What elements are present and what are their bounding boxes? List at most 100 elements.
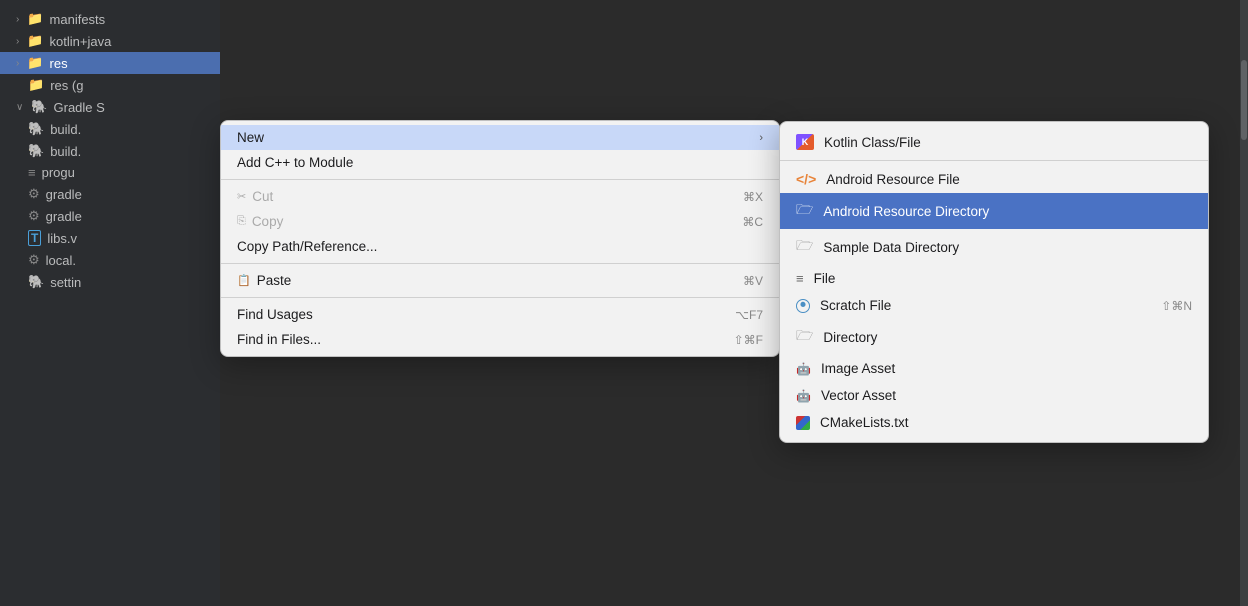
folder-icon: 🗁 <box>796 199 813 223</box>
submenu-arrow-icon: › <box>759 132 763 144</box>
submenu-item-android-resource-file[interactable]: </> Android Resource File <box>780 165 1208 193</box>
sidebar-item-progu[interactable]: ≡ progu <box>0 162 220 183</box>
submenu-item-file[interactable]: ≡ File <box>780 265 1208 292</box>
sidebar-item-label: build. <box>50 144 81 159</box>
submenu-item-scratch-file[interactable]: ⏺ Scratch File ⇧⌘N <box>780 292 1208 319</box>
menu-separator <box>221 179 779 180</box>
sidebar-item-kotlin-java[interactable]: › 📁 kotlin+java <box>0 30 220 52</box>
folder-orange-icon: 📁 <box>28 77 44 93</box>
submenu-item-directory[interactable]: 🗁 Directory <box>780 319 1208 355</box>
menu-item-find-usages[interactable]: Find Usages ⌥F7 <box>221 302 779 327</box>
paste-icon: 📋 <box>237 274 251 287</box>
menu-separator <box>221 297 779 298</box>
copy-icon: ⎘ <box>237 215 246 228</box>
menu-item-copy[interactable]: ⎘ Copy ⌘C <box>221 209 779 234</box>
sidebar-item-label: res (g <box>50 78 83 93</box>
menu-item-cut[interactable]: ✂ Cut ⌘X <box>221 184 779 209</box>
sidebar-item-settin[interactable]: 🐘 settin <box>0 271 220 293</box>
chevron-icon: › <box>16 14 19 25</box>
sidebar-item-label: libs.v <box>47 231 77 246</box>
shortcut-label: ⌘X <box>743 190 763 204</box>
scroll-thumb[interactable] <box>1241 60 1247 140</box>
menu-item-find-in-files[interactable]: Find in Files... ⇧⌘F <box>221 327 779 352</box>
sidebar-item-label: progu <box>42 165 75 180</box>
sidebar-item-gradle-scripts[interactable]: ∨ 🐘 Gradle S <box>0 96 220 118</box>
shortcut-label: ⇧⌘N <box>1161 299 1192 313</box>
sidebar-item-label: manifests <box>50 12 106 27</box>
shortcut-label: ⌥F7 <box>735 308 763 322</box>
submenu-item-sample-data-dir[interactable]: 🗁 Sample Data Directory <box>780 229 1208 265</box>
submenu: K Kotlin Class/File </> Android Resource… <box>779 121 1209 443</box>
folder-icon: 📁 <box>27 33 43 49</box>
submenu-item-label: Scratch File <box>820 298 891 313</box>
submenu-item-label: CMakeLists.txt <box>820 415 909 430</box>
sidebar-item-gradle2[interactable]: ⚙ gradle <box>0 205 220 227</box>
submenu-item-label: Directory <box>823 330 877 345</box>
submenu-item-android-resource-dir[interactable]: 🗁 Android Resource Directory <box>780 193 1208 229</box>
menu-item-new[interactable]: New › <box>221 125 779 150</box>
gradle-icon: 🐘 <box>28 121 44 137</box>
submenu-item-label: Kotlin Class/File <box>824 135 921 150</box>
sidebar-item-gradle1[interactable]: ⚙ gradle <box>0 183 220 205</box>
submenu-item-label: Android Resource File <box>826 172 960 187</box>
sidebar-item-label: local. <box>46 253 76 268</box>
submenu-item-label: Vector Asset <box>821 388 896 403</box>
sidebar-item-res-g[interactable]: 📁 res (g <box>0 74 220 96</box>
sidebar-item-manifests[interactable]: › 📁 manifests <box>0 8 220 30</box>
gradle-icon: 🐘 <box>31 99 47 115</box>
menu-separator <box>221 263 779 264</box>
sidebar-item-build1[interactable]: 🐘 build. <box>0 118 220 140</box>
file-icon: ≡ <box>796 271 804 286</box>
menu-item-add-cpp[interactable]: Add C++ to Module <box>221 150 779 175</box>
submenu-item-image-asset[interactable]: 🤖 Image Asset <box>780 355 1208 382</box>
menu-item-label: Add C++ to Module <box>237 155 763 170</box>
chevron-icon: › <box>16 36 19 47</box>
menu-item-label: Paste <box>257 273 703 288</box>
gear-icon: ⚙ <box>28 252 40 268</box>
folder-icon: 🗁 <box>796 325 813 349</box>
sidebar-item-local[interactable]: ⚙ local. <box>0 249 220 271</box>
gear-icon: ⚙ <box>28 208 40 224</box>
t-icon: T <box>28 230 41 246</box>
scrollbar[interactable] <box>1240 0 1248 606</box>
folder-orange-icon: 📁 <box>27 55 43 71</box>
sidebar-item-label: settin <box>50 275 81 290</box>
context-menu: New › Add C++ to Module ✂ Cut ⌘X ⎘ Copy … <box>220 120 780 357</box>
cmake-icon <box>796 416 810 430</box>
gear-icon: ⚙ <box>28 186 40 202</box>
menu-item-paste[interactable]: 📋 Paste ⌘V <box>221 268 779 293</box>
sidebar-item-res[interactable]: › 📁 res <box>0 52 220 74</box>
sidebar: › 📁 manifests › 📁 kotlin+java › 📁 res 📁 … <box>0 0 220 606</box>
submenu-item-label: File <box>814 271 836 286</box>
sidebar-item-label: Gradle S <box>54 100 105 115</box>
submenu-item-kotlin-class[interactable]: K Kotlin Class/File <box>780 128 1208 156</box>
menu-item-label: Copy Path/Reference... <box>237 239 763 254</box>
submenu-item-vector-asset[interactable]: 🤖 Vector Asset <box>780 382 1208 409</box>
scratch-icon: ⏺ <box>796 299 810 313</box>
sidebar-item-build2[interactable]: 🐘 build. <box>0 140 220 162</box>
submenu-item-label: Image Asset <box>821 361 895 376</box>
submenu-item-label: Sample Data Directory <box>823 240 959 255</box>
sidebar-item-libs-v[interactable]: T libs.v <box>0 227 220 249</box>
sidebar-item-label: gradle <box>46 209 82 224</box>
menu-item-label: Find in Files... <box>237 332 694 347</box>
sidebar-item-label: gradle <box>46 187 82 202</box>
submenu-item-cmakelists[interactable]: CMakeLists.txt <box>780 409 1208 436</box>
menu-item-label: New <box>237 130 751 145</box>
submenu-separator <box>780 160 1208 161</box>
kotlin-icon: K <box>796 134 814 150</box>
menu-item-copy-path[interactable]: Copy Path/Reference... <box>221 234 779 259</box>
file-text-icon: ≡ <box>28 165 36 180</box>
menu-item-label: Copy <box>252 214 703 229</box>
shortcut-label: ⌘C <box>742 215 763 229</box>
cut-icon: ✂ <box>237 190 246 203</box>
submenu-item-label: Android Resource Directory <box>823 204 989 219</box>
sidebar-item-label: res <box>50 56 68 71</box>
android-res-icon: </> <box>796 171 816 187</box>
folder-icon: 🗁 <box>796 235 813 259</box>
shortcut-label: ⌘V <box>743 274 763 288</box>
menu-item-label: Find Usages <box>237 307 695 322</box>
gradle-icon: 🐘 <box>28 274 44 290</box>
sidebar-item-label: build. <box>50 122 81 137</box>
vector-asset-icon: 🤖 <box>796 389 811 403</box>
